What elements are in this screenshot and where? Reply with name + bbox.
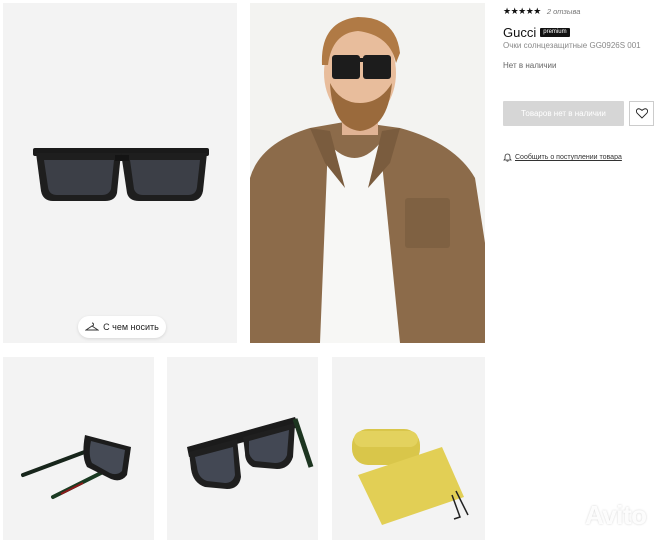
product-photo-case[interactable] bbox=[332, 357, 485, 540]
sunglasses-front-image bbox=[33, 148, 209, 201]
premium-badge: premium bbox=[540, 28, 570, 37]
model-wearing-sunglasses-image bbox=[250, 3, 485, 343]
brand-name[interactable]: Gucci bbox=[503, 25, 536, 40]
product-photo-angle[interactable] bbox=[167, 357, 318, 540]
product-photo-side[interactable] bbox=[3, 357, 154, 540]
avito-watermark: Avito bbox=[548, 498, 652, 532]
product-photo-model[interactable] bbox=[250, 3, 485, 343]
product-photo-front[interactable]: С чем носить bbox=[3, 3, 237, 343]
favorite-button[interactable] bbox=[629, 101, 654, 126]
avito-watermark-text: Avito bbox=[585, 499, 647, 530]
heart-icon bbox=[635, 108, 648, 119]
product-title: Очки солнцезащитные GG0926S 001 bbox=[503, 41, 641, 50]
reviews-link[interactable]: 2 отзыва bbox=[547, 7, 581, 16]
wear-with-label: С чем носить bbox=[103, 322, 159, 332]
availability-status: Нет в наличии bbox=[503, 61, 557, 70]
rating-row[interactable]: ★★★★★ 2 отзыва bbox=[503, 6, 580, 17]
rating-stars: ★★★★★ bbox=[503, 6, 541, 16]
notify-restock-label: Сообщить о поступлении товара bbox=[515, 154, 622, 161]
wear-with-button[interactable]: С чем носить bbox=[78, 316, 166, 338]
sunglasses-angle-image bbox=[187, 417, 314, 489]
case-and-pouch-image bbox=[352, 429, 469, 525]
brand-row: Gucci premium bbox=[503, 25, 570, 40]
bell-icon bbox=[503, 153, 512, 162]
sunglasses-side-image bbox=[21, 435, 131, 499]
notify-restock-link[interactable]: Сообщить о поступлении товара bbox=[503, 153, 622, 162]
out-of-stock-button[interactable]: Товаров нет в наличии bbox=[503, 101, 624, 126]
avito-logo-icon bbox=[549, 504, 577, 527]
hanger-icon bbox=[85, 322, 100, 331]
